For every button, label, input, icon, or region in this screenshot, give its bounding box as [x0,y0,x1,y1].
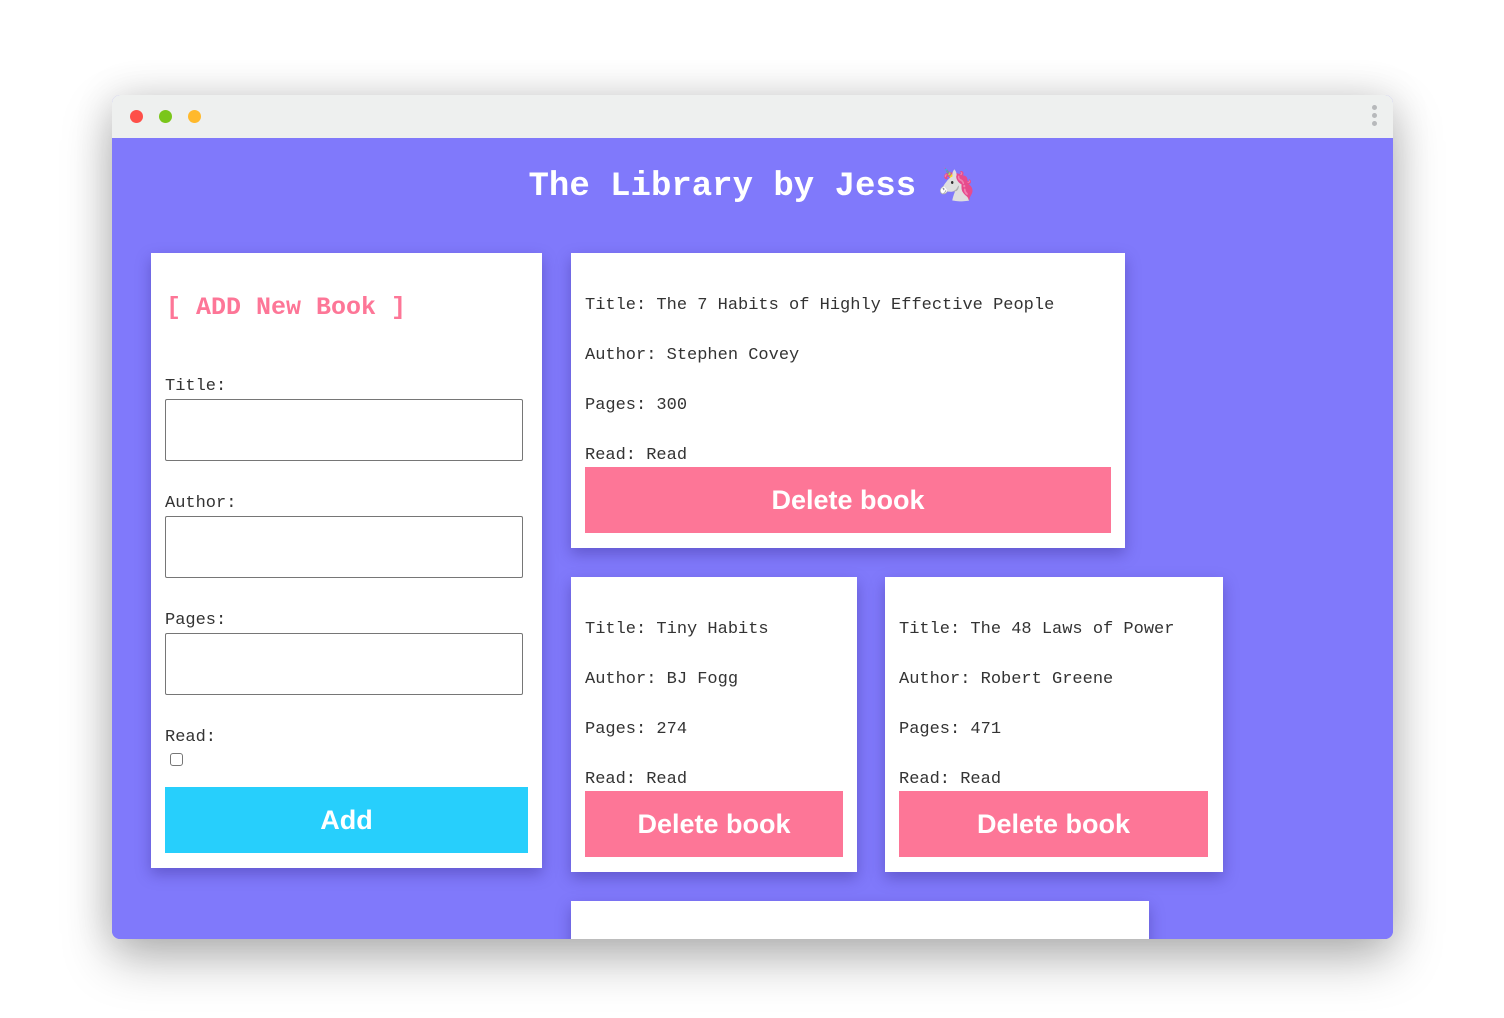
book-card: Title: Tiny Habits Author: BJ Fogg Pages… [571,577,857,872]
book-author: Author: Robert Greene [899,670,1114,689]
add-book-form: [ ADD New Book ] Title: Author: Pages: R… [151,253,542,868]
delete-book-button[interactable]: Delete book [585,467,1111,533]
title-label: Title: [165,377,227,396]
title-input[interactable] [165,399,523,461]
book-title: Title: Tiny Habits [585,620,769,639]
minimize-window-button[interactable] [188,110,201,123]
page-content: The Library by Jess 🦄 [ ADD New Book ] T… [112,138,1393,939]
book-read-status: Read: Read [585,770,688,789]
delete-book-button[interactable]: Delete book [899,791,1208,857]
author-label: Author: [165,494,237,513]
more-options-icon[interactable] [1371,105,1377,129]
book-pages: Pages: 274 [585,720,688,739]
book-read-status: Read: Read [585,446,688,465]
book-read-status: Read: Read [899,770,1002,789]
book-card: Title: The 48 Laws of Power Author: Robe… [885,577,1223,872]
close-window-button[interactable] [130,110,143,123]
pages-label: Pages: [165,611,227,630]
book-card: Title: The 7 Habits of Highly Effective … [571,253,1125,548]
unicorn-icon: 🦄 [936,168,977,205]
add-button[interactable]: Add [165,787,528,853]
book-title: Title: The 48 Laws of Power [899,620,1175,639]
book-title: Title: The 7 Habits of Highly Effective … [585,296,1055,315]
book-author: Author: BJ Fogg [585,670,739,689]
book-card-partial [571,901,1149,939]
author-input[interactable] [165,516,523,578]
page-title: The Library by Jess 🦄 [112,165,1393,206]
read-label: Read: [165,728,217,747]
browser-titlebar [112,95,1393,138]
maximize-window-button[interactable] [159,110,172,123]
page-title-text: The Library by Jess [528,168,917,206]
book-pages: Pages: 300 [585,396,688,415]
read-checkbox[interactable] [170,753,183,766]
book-author: Author: Stephen Covey [585,346,800,365]
book-pages: Pages: 471 [899,720,1002,739]
form-heading: [ ADD New Book ] [166,293,407,322]
browser-window: The Library by Jess 🦄 [ ADD New Book ] T… [112,95,1393,939]
pages-input[interactable] [165,633,523,695]
delete-book-button[interactable]: Delete book [585,791,843,857]
